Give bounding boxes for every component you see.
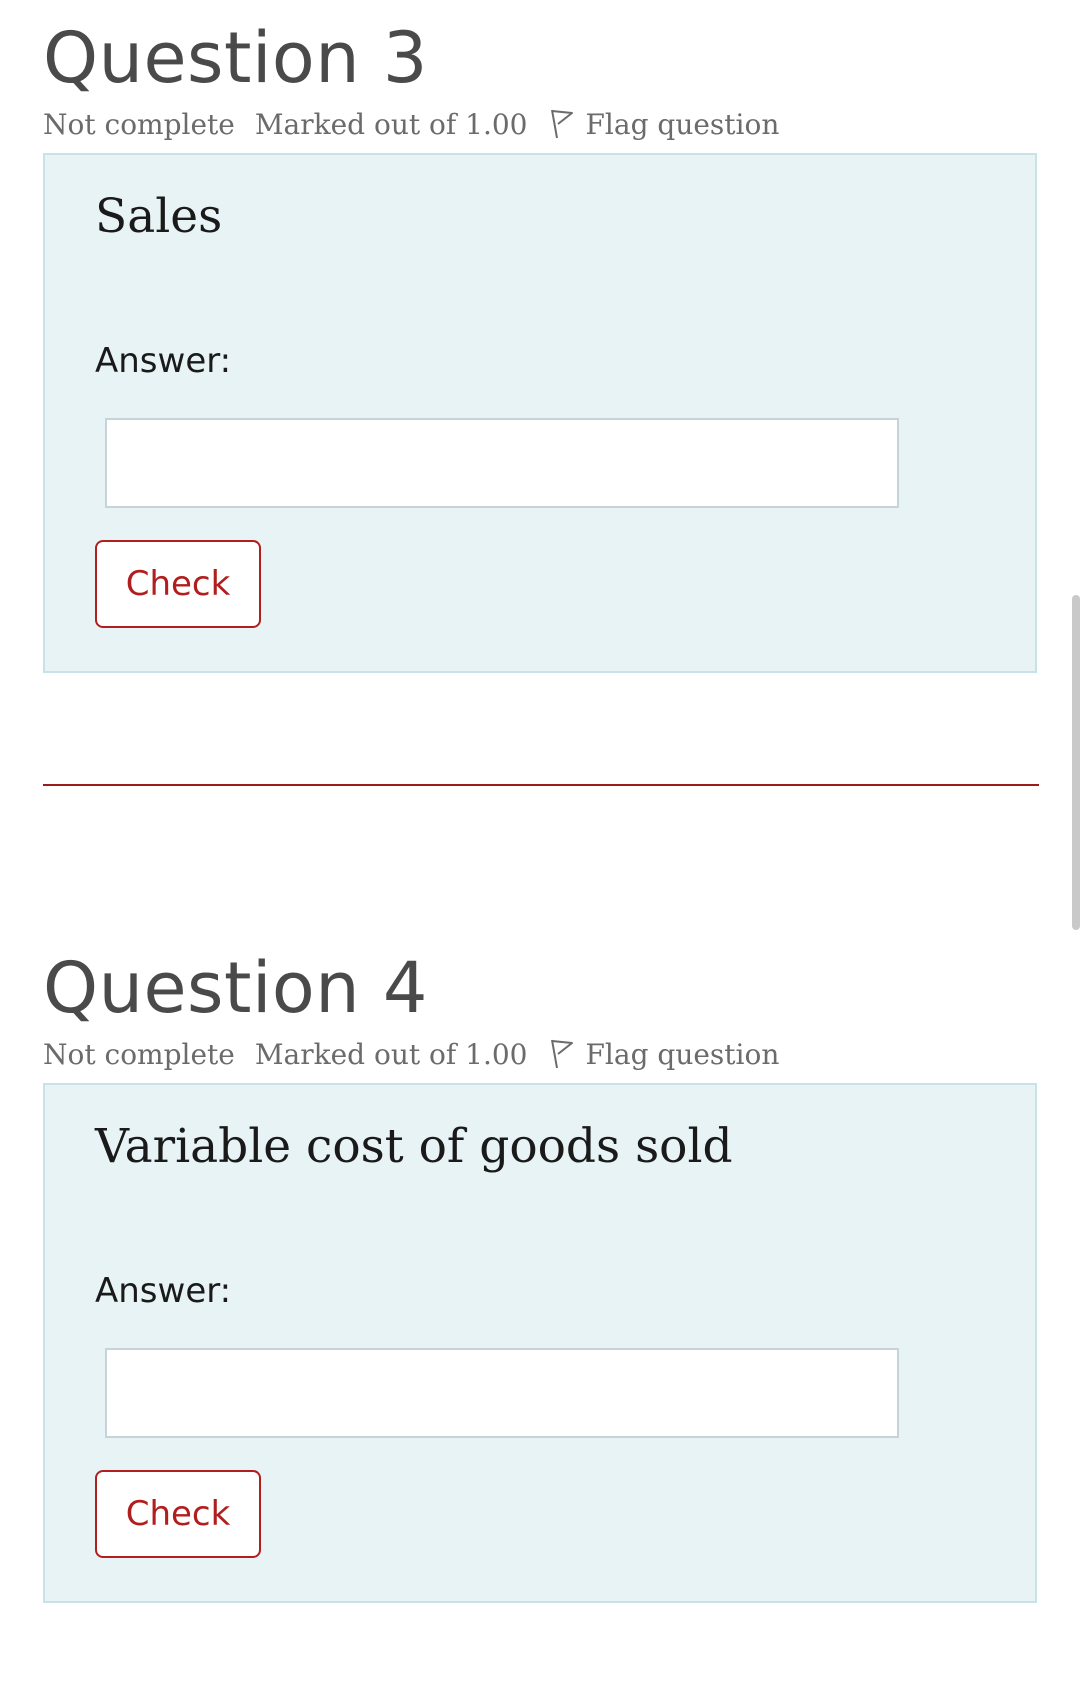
question-content-box: Variable cost of goods sold Answer: Chec…: [43, 1083, 1037, 1603]
question-grade: Marked out of 1.00: [254, 1037, 528, 1071]
check-button[interactable]: Check: [95, 1470, 261, 1558]
question-title: Question 4: [43, 947, 428, 1029]
answer-label: Answer:: [95, 341, 232, 381]
scrollbar[interactable]: [1072, 595, 1080, 930]
question-content-box: Sales Answer: Check: [43, 153, 1037, 673]
question-grade: Marked out of 1.00: [254, 107, 528, 141]
check-button[interactable]: Check: [95, 540, 261, 628]
answer-label: Answer:: [95, 1271, 232, 1311]
answer-input[interactable]: [105, 1348, 899, 1438]
flag-icon: [550, 109, 573, 139]
answer-input[interactable]: [105, 418, 899, 508]
question-info: Not complete Marked out of 1.00 Flag que…: [43, 104, 779, 144]
question-status: Not complete: [43, 1037, 235, 1071]
question-4: Question 4 Not complete Marked out of 1.…: [43, 947, 1039, 1603]
question-info: Not complete Marked out of 1.00 Flag que…: [43, 1034, 779, 1074]
question-3: Question 3 Not complete Marked out of 1.…: [43, 17, 1039, 673]
flag-question-label: Flag question: [585, 107, 780, 141]
question-status: Not complete: [43, 107, 235, 141]
flag-icon: [550, 1039, 573, 1069]
flag-question-label: Flag question: [585, 1037, 780, 1071]
flag-question-button[interactable]: Flag question: [548, 107, 780, 141]
question-title: Question 3: [43, 17, 428, 99]
question-divider: [43, 784, 1039, 786]
flag-question-button[interactable]: Flag question: [548, 1037, 780, 1071]
question-text: Sales: [95, 189, 223, 244]
question-text: Variable cost of goods sold: [95, 1119, 733, 1174]
